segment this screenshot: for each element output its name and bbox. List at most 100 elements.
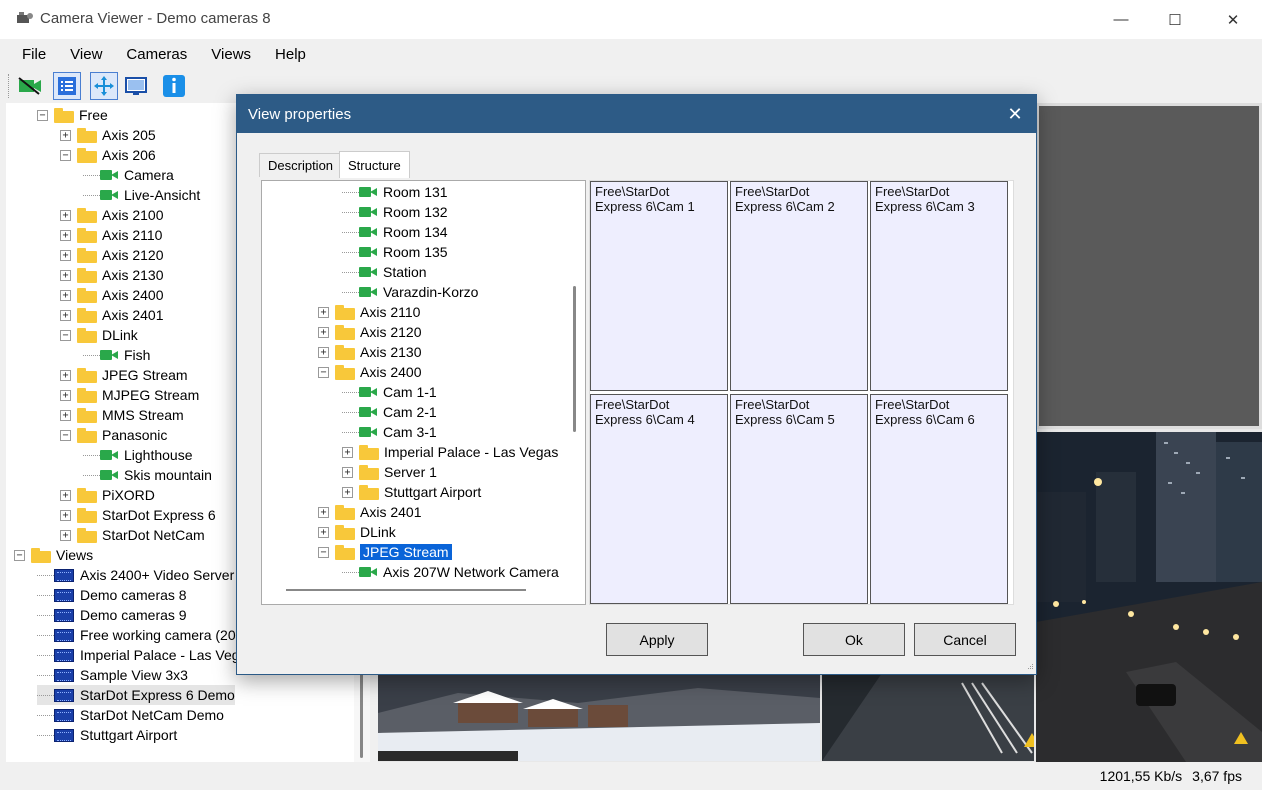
tree-item-mjpeg-stream[interactable]: + MJPEG Stream	[60, 385, 199, 405]
tree-item-varazdin-korzo[interactable]: Varazdin-Korzo	[342, 282, 478, 302]
layout-cell-6[interactable]: Free\StarDot Express 6\Cam 6	[870, 394, 1008, 604]
tree-item-stuttgart-airport[interactable]: Stuttgart Airport	[37, 725, 177, 745]
layout-cell-4[interactable]: Free\StarDot Express 6\Cam 4	[590, 394, 728, 604]
tree-item-free-working-camera-201[interactable]: Free working camera (201	[37, 625, 243, 645]
expand-icon[interactable]: +	[342, 466, 353, 478]
collapse-icon[interactable]: −	[318, 546, 329, 558]
tree-item-imperial-palace-las-vega[interactable]: Imperial Palace - Las Vega	[37, 645, 247, 665]
tree-item-live-ansicht[interactable]: Live-Ansicht	[83, 185, 200, 205]
tree-item-stardot-express-6-demo[interactable]: StarDot Express 6 Demo	[37, 685, 235, 705]
layout-cell-2[interactable]: Free\StarDot Express 6\Cam 2	[730, 181, 868, 391]
tree-item-axis-2401[interactable]: + Axis 2401	[60, 305, 163, 325]
list-view-button[interactable]	[53, 72, 81, 100]
tree-item-jpeg-stream[interactable]: + JPEG Stream	[60, 365, 188, 385]
ok-button[interactable]: Ok	[803, 623, 905, 656]
tree-item-sample-view-3x3[interactable]: Sample View 3x3	[37, 665, 188, 685]
horizontal-scrollbar-thumb[interactable]	[286, 589, 526, 591]
collapse-icon[interactable]: −	[14, 549, 25, 561]
tree-item-free[interactable]: − Free	[37, 105, 108, 125]
tree-item-axis-207w-network-camera[interactable]: Axis 207W Network Camera	[342, 562, 559, 582]
tree-item-cam-2-1[interactable]: Cam 2-1	[342, 402, 437, 422]
tab-description[interactable]: Description	[259, 153, 343, 177]
expand-icon[interactable]: +	[60, 129, 71, 141]
tree-item-pixord[interactable]: + PiXORD	[60, 485, 155, 505]
tree-item-fish[interactable]: Fish	[83, 345, 150, 365]
menu-cameras[interactable]: Cameras	[114, 46, 199, 63]
tree-item-skis-mountain[interactable]: Skis mountain	[83, 465, 212, 485]
tree-item-imperial-palace-las-vegas[interactable]: + Imperial Palace - Las Vegas	[342, 442, 558, 462]
collapse-icon[interactable]: −	[318, 366, 329, 378]
expand-icon[interactable]: +	[318, 506, 329, 518]
structure-tree-scrollbar[interactable]	[566, 181, 584, 581]
apply-button[interactable]: Apply	[606, 623, 708, 656]
tree-item-axis-2130[interactable]: + Axis 2130	[60, 265, 163, 285]
tree-item-axis-2110[interactable]: + Axis 2110	[60, 225, 162, 245]
collapse-icon[interactable]: −	[37, 109, 48, 121]
menu-views[interactable]: Views	[199, 46, 263, 63]
tree-item-dlink[interactable]: − DLink	[60, 325, 138, 345]
scrollbar-thumb[interactable]	[573, 286, 576, 432]
expand-icon[interactable]: +	[60, 229, 71, 241]
video-tile-road[interactable]	[822, 673, 1034, 761]
tree-item-axis-2400[interactable]: + Axis 2400	[60, 285, 163, 305]
video-tile-city-night[interactable]	[1036, 432, 1262, 762]
fit-view-button[interactable]	[90, 72, 118, 100]
tree-item-stuttgart-airport[interactable]: + Stuttgart Airport	[342, 482, 481, 502]
expand-icon[interactable]: +	[318, 306, 329, 318]
expand-icon[interactable]: +	[60, 309, 71, 321]
tree-item-axis-2400-video-server[interactable]: Axis 2400+ Video Server	[37, 565, 234, 585]
scrollbar-thumb[interactable]	[360, 663, 363, 758]
dialog-close-button[interactable]: ✕	[1002, 101, 1028, 127]
expand-icon[interactable]: +	[60, 289, 71, 301]
expand-icon[interactable]: +	[342, 446, 353, 458]
tree-item-cam-1-1[interactable]: Cam 1-1	[342, 382, 437, 402]
video-tile-empty[interactable]	[1036, 103, 1262, 429]
tree-item-lighthouse[interactable]: Lighthouse	[83, 445, 193, 465]
tree-item-cam-3-1[interactable]: Cam 3-1	[342, 422, 437, 442]
tree-item-room-134[interactable]: Room 134	[342, 222, 448, 242]
resize-grip-icon[interactable]	[1024, 662, 1034, 672]
collapse-icon[interactable]: −	[60, 329, 71, 341]
tree-item-mms-stream[interactable]: + MMS Stream	[60, 405, 184, 425]
maximize-button[interactable]: ☐	[1148, 0, 1202, 39]
expand-icon[interactable]: +	[60, 509, 71, 521]
tree-item-room-135[interactable]: Room 135	[342, 242, 448, 262]
tree-item-station[interactable]: Station	[342, 262, 427, 282]
expand-icon[interactable]: +	[60, 409, 71, 421]
tree-item-axis-2130[interactable]: + Axis 2130	[318, 342, 421, 362]
tree-item-axis-2400[interactable]: − Axis 2400	[318, 362, 421, 382]
collapse-icon[interactable]: −	[60, 429, 71, 441]
video-tile-ski-resort[interactable]	[378, 673, 820, 761]
tree-item-axis-2110[interactable]: + Axis 2110	[318, 302, 420, 322]
tab-structure[interactable]: Structure	[339, 151, 410, 178]
menu-view[interactable]: View	[58, 46, 114, 63]
expand-icon[interactable]: +	[318, 326, 329, 338]
tree-item-panasonic[interactable]: − Panasonic	[60, 425, 167, 445]
tree-item-demo-cameras-9[interactable]: Demo cameras 9	[37, 605, 187, 625]
tree-item-axis-205[interactable]: + Axis 205	[60, 125, 156, 145]
expand-icon[interactable]: +	[60, 529, 71, 541]
tree-item-axis-2401[interactable]: + Axis 2401	[318, 502, 421, 522]
close-window-button[interactable]: ✕	[1206, 0, 1260, 39]
tree-item-room-132[interactable]: Room 132	[342, 202, 448, 222]
tree-item-jpeg-stream[interactable]: − JPEG Stream	[318, 542, 452, 562]
expand-icon[interactable]: +	[60, 489, 71, 501]
tree-item-stardot-netcam[interactable]: + StarDot NetCam	[60, 525, 205, 545]
cancel-button[interactable]: Cancel	[914, 623, 1016, 656]
tree-item-axis-2120[interactable]: + Axis 2120	[318, 322, 421, 342]
expand-icon[interactable]: +	[60, 389, 71, 401]
tree-item-stardot-express-6[interactable]: + StarDot Express 6	[60, 505, 216, 525]
layout-cell-5[interactable]: Free\StarDot Express 6\Cam 5	[730, 394, 868, 604]
structure-tree-panel[interactable]: Room 131 Room 132 Room 134 Room 135 Station V…	[261, 180, 586, 605]
tree-item-axis-2100[interactable]: + Axis 2100	[60, 205, 163, 225]
tree-item-camera[interactable]: Camera	[83, 165, 174, 185]
info-button[interactable]	[160, 72, 188, 100]
collapse-icon[interactable]: −	[60, 149, 71, 161]
menu-help[interactable]: Help	[263, 46, 318, 63]
tree-item-room-131[interactable]: Room 131	[342, 182, 448, 202]
expand-icon[interactable]: +	[60, 249, 71, 261]
expand-icon[interactable]: +	[60, 369, 71, 381]
layout-cell-3[interactable]: Free\StarDot Express 6\Cam 3	[870, 181, 1008, 391]
tree-item-views[interactable]: − Views	[14, 545, 93, 565]
menu-file[interactable]: File	[10, 46, 58, 63]
